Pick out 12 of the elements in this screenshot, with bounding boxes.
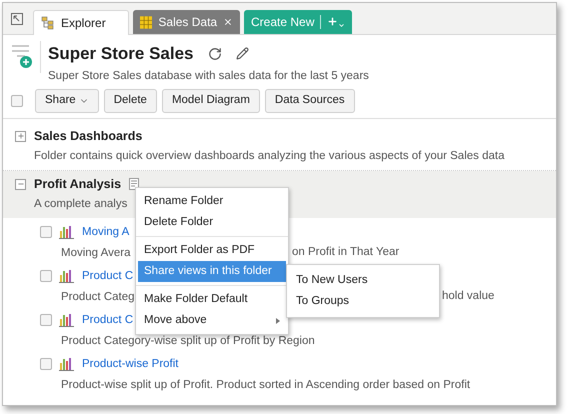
report-description: Product-wise split up of Profit. Product sorted in Ascending order based on Profit	[61, 379, 470, 391]
folder-title: Profit Analysis	[34, 176, 122, 193]
report-description: on Profit in That Year	[292, 244, 400, 260]
report-description: Product Categ	[61, 291, 135, 303]
report-description: Moving Avera	[61, 247, 130, 259]
report-description: Product Category-wise split up of Profit by Region	[61, 335, 315, 347]
folder-title: Sales Dashboards	[34, 128, 142, 145]
database-description: Super Store Sales database with sales data for the last 5 years	[48, 68, 369, 84]
folder-description: A complete analys	[34, 196, 128, 212]
report-description: hold value	[442, 288, 494, 304]
folder-description: Folder contains quick overview dashboards analyzing the various aspects of your Sales data	[34, 148, 504, 164]
database-title: Super Store Sales	[48, 43, 194, 65]
